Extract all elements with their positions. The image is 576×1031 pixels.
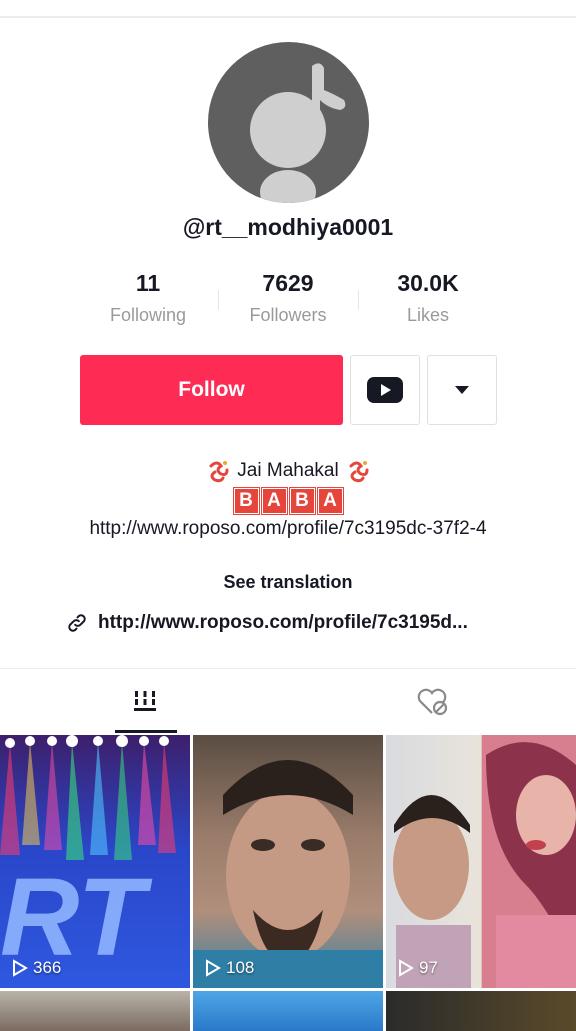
followers-label: Followers <box>249 305 327 325</box>
play-icon <box>13 959 28 977</box>
stage-lights-graphic: RT <box>0 735 176 979</box>
youtube-icon <box>367 377 403 403</box>
duet-thumbnail-graphic <box>393 735 576 988</box>
bio-text: Jai Mahakal <box>237 460 339 481</box>
play-icon <box>206 959 221 977</box>
likes-count: 30.0K <box>397 270 459 296</box>
bio-line: Jai Mahakal <box>0 458 576 484</box>
om-icon <box>209 461 229 483</box>
top-bar <box>0 0 576 18</box>
play-icon <box>399 959 414 977</box>
view-count: 366 <box>12 958 61 978</box>
see-translation-link[interactable]: See translation <box>0 572 576 593</box>
following-label: Following <box>109 305 187 325</box>
letter-badge: B <box>289 488 315 514</box>
letter-badge: A <box>261 488 287 514</box>
letter-badge: B <box>233 488 259 514</box>
default-avatar-icon <box>250 63 346 203</box>
youtube-button[interactable] <box>350 355 420 425</box>
tab-liked[interactable] <box>413 684 453 720</box>
following-count: 11 <box>135 270 161 296</box>
liked-hidden-icon <box>417 688 448 716</box>
bio-url-text: http://www.roposo.com/profile/7c3195dc-3… <box>89 518 487 539</box>
username: @rt__modhiya0001 <box>182 214 394 240</box>
view-count: 97 <box>398 958 438 978</box>
profile-link-text: http://www.roposo.com/profile/7c3195d... <box>98 612 468 633</box>
letter-badge: A <box>317 488 343 514</box>
likes-label: Likes <box>406 305 450 325</box>
link-icon <box>68 614 86 632</box>
profile-link[interactable]: http://www.roposo.com/profile/7c3195d... <box>66 612 468 634</box>
followers-count: 7629 <box>262 270 314 296</box>
face-thumbnail-graphic <box>193 760 383 988</box>
video-thumbnail[interactable] <box>193 991 383 1031</box>
video-thumbnail[interactable] <box>386 991 576 1031</box>
view-count-text: 366 <box>33 958 62 977</box>
view-count: 108 <box>205 958 254 978</box>
stat-followers[interactable]: 7629 Followers <box>218 270 358 326</box>
stat-likes[interactable]: 30.0K Likes <box>358 270 498 326</box>
tabs-divider <box>0 668 576 669</box>
video-thumbnail[interactable]: 108 <box>193 735 383 988</box>
view-count-text: 97 <box>419 958 438 977</box>
tab-videos[interactable] <box>125 684 165 720</box>
more-options-button[interactable] <box>427 355 497 425</box>
grid-icon <box>134 691 156 711</box>
om-icon <box>349 461 369 483</box>
video-thumbnail[interactable]: 97 <box>386 735 576 988</box>
baba-letters: B A B A <box>0 488 576 514</box>
video-thumbnail[interactable] <box>0 991 190 1031</box>
active-tab-indicator <box>115 730 177 733</box>
triangle-down-icon <box>455 386 469 394</box>
video-thumbnail[interactable]: RT 366 <box>0 735 190 988</box>
follow-button[interactable]: Follow <box>80 355 343 425</box>
view-count-text: 108 <box>226 958 255 977</box>
stat-following[interactable]: 11 Following <box>78 270 218 326</box>
avatar[interactable] <box>208 42 369 203</box>
